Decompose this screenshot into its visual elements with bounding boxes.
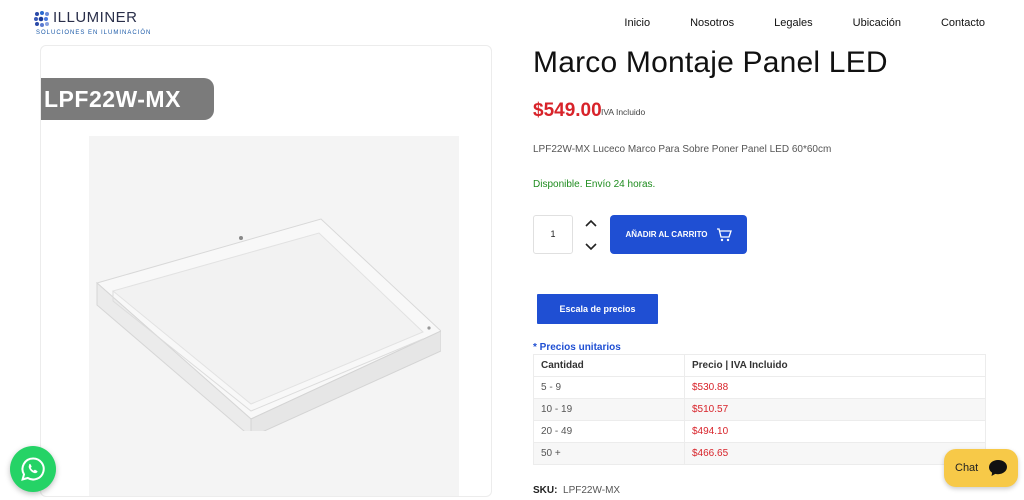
image-sku-banner: LPF22W-MX	[41, 78, 214, 120]
price-cell: $510.57	[684, 398, 986, 421]
price-cell: $530.88	[684, 376, 986, 399]
sku-label: SKU:	[533, 485, 558, 496]
main-nav: Inicio Nosotros Legales Ubicación Contac…	[624, 17, 985, 29]
price-scale-button[interactable]: Escala de precios	[537, 294, 658, 324]
table-row: 5 - 9 $530.88	[533, 376, 986, 399]
product-title: Marco Montaje Panel LED	[533, 46, 888, 79]
price-tax-note: IVA Incluido	[601, 107, 646, 117]
nav-item-contacto[interactable]: Contacto	[941, 17, 985, 29]
site-header: ILLUMINER SOLUCIONES EN ILUMINACIÓN Inic…	[0, 0, 1024, 44]
table-header-row: Cantidad Precio | IVA Incluido	[533, 354, 986, 377]
quantity-cell: 5 - 9	[533, 376, 685, 399]
quantity-cell: 50 +	[533, 442, 685, 465]
cart-icon	[716, 227, 732, 241]
table-row: 20 - 49 $494.10	[533, 420, 986, 443]
add-to-cart-label: AÑADIR AL CARRITO	[625, 230, 708, 239]
add-to-cart-button[interactable]: AÑADIR AL CARRITO	[610, 215, 747, 254]
site-logo[interactable]: ILLUMINER SOLUCIONES EN ILUMINACIÓN	[33, 8, 153, 40]
chevron-up-icon[interactable]	[583, 216, 599, 232]
price-cell: $494.10	[684, 420, 986, 443]
logo-text: ILLUMINER	[53, 9, 138, 26]
product-price: $549.00	[533, 100, 602, 121]
table-row: 10 - 19 $510.57	[533, 398, 986, 421]
stock-status: Disponible. Envío 24 horas.	[533, 179, 656, 190]
quantity-cell: 10 - 19	[533, 398, 685, 421]
price-scale-table: Cantidad Precio | IVA Incluido 5 - 9 $53…	[533, 354, 986, 465]
logo-dots-icon	[34, 11, 49, 27]
product-image-card[interactable]: LPF22W-MX	[40, 45, 492, 497]
quantity-input[interactable]: 1	[533, 215, 573, 254]
led-frame-image	[95, 218, 441, 431]
chat-bubble-icon	[989, 460, 1007, 476]
unit-prices-label: * Precios unitarios	[533, 342, 621, 353]
column-header-quantity: Cantidad	[533, 354, 685, 377]
nav-item-ubicacion[interactable]: Ubicación	[853, 17, 901, 29]
whatsapp-button[interactable]	[10, 446, 56, 492]
nav-item-inicio[interactable]: Inicio	[624, 17, 650, 29]
nav-item-legales[interactable]: Legales	[774, 17, 813, 29]
quantity-cell: 20 - 49	[533, 420, 685, 443]
price-cell: $466.65	[684, 442, 986, 465]
sku-value: LPF22W-MX	[563, 485, 621, 496]
whatsapp-icon	[21, 457, 45, 481]
chat-label: Chat	[955, 462, 979, 474]
column-header-price: Precio | IVA Incluido	[684, 354, 986, 377]
nav-item-nosotros[interactable]: Nosotros	[690, 17, 734, 29]
product-description: LPF22W-MX Luceco Marco Para Sobre Poner …	[533, 144, 832, 155]
chevron-down-icon[interactable]	[583, 238, 599, 254]
table-row: 50 + $466.65	[533, 442, 986, 465]
chat-button[interactable]: Chat	[944, 449, 1018, 487]
sku-line: SKU: LPF22W-MX	[533, 485, 620, 496]
logo-subtitle: SOLUCIONES EN ILUMINACIÓN	[36, 30, 152, 36]
